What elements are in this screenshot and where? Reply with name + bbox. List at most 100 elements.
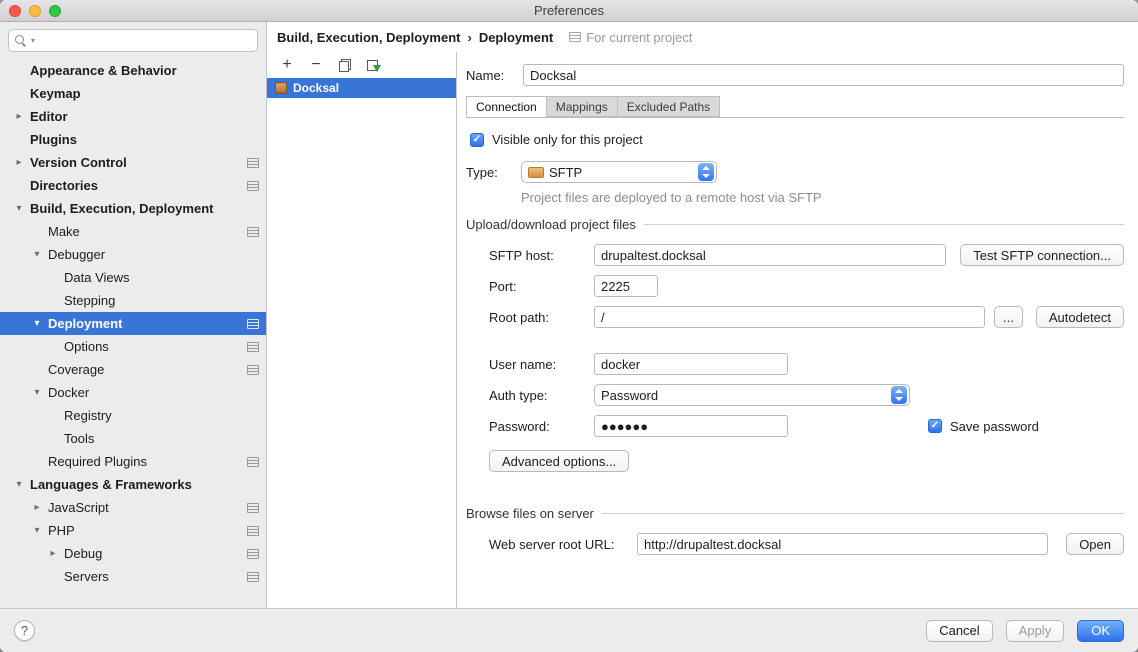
import-server-icon[interactable] bbox=[366, 57, 382, 73]
chevron-down-icon[interactable]: ▾ bbox=[31, 526, 43, 536]
breadcrumb-separator-icon: › bbox=[467, 30, 471, 45]
chevron-right-icon[interactable]: ▸ bbox=[13, 112, 25, 122]
project-settings-icon bbox=[247, 319, 259, 329]
tab-connection[interactable]: Connection bbox=[466, 96, 547, 117]
sidebar-item-php[interactable]: ▾ PHP bbox=[0, 519, 266, 542]
sidebar-item-php-debug[interactable]: ▸ Debug bbox=[0, 542, 266, 565]
sidebar-item-registry[interactable]: Registry bbox=[0, 404, 266, 427]
auth-type-select[interactable]: Password bbox=[594, 384, 910, 406]
server-list: Docksal bbox=[267, 78, 456, 608]
open-button[interactable]: Open bbox=[1066, 533, 1124, 555]
autodetect-button[interactable]: Autodetect bbox=[1036, 306, 1124, 328]
sidebar-item-data-views[interactable]: Data Views bbox=[0, 266, 266, 289]
sidebar-item-build-execution-deployment[interactable]: ▾ Build, Execution, Deployment bbox=[0, 197, 266, 220]
help-button[interactable]: ? bbox=[14, 620, 35, 641]
chevron-right-icon[interactable]: ▸ bbox=[13, 158, 25, 168]
password-input[interactable] bbox=[594, 415, 788, 437]
sidebar-item-stepping[interactable]: Stepping bbox=[0, 289, 266, 312]
copy-icon bbox=[339, 59, 351, 72]
project-settings-icon bbox=[247, 365, 259, 375]
deployment-form: Name: Connection Mappings Excluded Paths… bbox=[457, 52, 1138, 608]
chevron-down-icon[interactable]: ▾ bbox=[13, 204, 25, 214]
user-name-input[interactable] bbox=[594, 353, 788, 375]
project-settings-icon bbox=[247, 227, 259, 237]
settings-tree: Appearance & Behavior Keymap ▸ Editor Pl… bbox=[0, 57, 266, 608]
settings-sidebar: ▾ Appearance & Behavior Keymap ▸ Editor … bbox=[0, 22, 267, 608]
save-password-checkbox[interactable]: ✓ bbox=[928, 419, 942, 433]
sidebar-item-coverage[interactable]: Coverage bbox=[0, 358, 266, 381]
server-icon bbox=[275, 82, 287, 94]
copy-server-icon[interactable] bbox=[337, 57, 353, 73]
port-input[interactable] bbox=[594, 275, 658, 297]
root-path-label: Root path: bbox=[489, 310, 594, 325]
advanced-options-button[interactable]: Advanced options... bbox=[489, 450, 629, 472]
project-settings-icon bbox=[247, 342, 259, 352]
type-value: SFTP bbox=[549, 165, 582, 180]
project-settings-icon bbox=[247, 503, 259, 513]
breadcrumb-section[interactable]: Build, Execution, Deployment bbox=[277, 30, 460, 45]
sidebar-item-editor[interactable]: ▸ Editor bbox=[0, 105, 266, 128]
search-options-caret-icon[interactable]: ▾ bbox=[31, 36, 35, 45]
name-input[interactable] bbox=[523, 64, 1124, 86]
type-select[interactable]: SFTP bbox=[521, 161, 717, 183]
sidebar-item-version-control[interactable]: ▸ Version Control bbox=[0, 151, 266, 174]
visible-only-checkbox[interactable]: ✓ bbox=[470, 133, 484, 147]
root-path-input[interactable] bbox=[594, 306, 985, 328]
type-label: Type: bbox=[466, 165, 521, 180]
close-button[interactable] bbox=[9, 5, 21, 17]
chevron-right-icon[interactable]: ▸ bbox=[31, 503, 43, 513]
minimize-button[interactable] bbox=[29, 5, 41, 17]
chevron-right-icon[interactable]: ▸ bbox=[47, 549, 59, 559]
search-box[interactable]: ▾ bbox=[8, 29, 258, 52]
password-label: Password: bbox=[489, 419, 594, 434]
tab-excluded-paths[interactable]: Excluded Paths bbox=[617, 96, 720, 117]
web-root-label: Web server root URL: bbox=[489, 537, 637, 552]
server-name: Docksal bbox=[293, 81, 339, 95]
cancel-button[interactable]: Cancel bbox=[926, 620, 992, 642]
dialog-footer: ? Cancel Apply OK bbox=[0, 608, 1138, 652]
section-divider bbox=[602, 513, 1124, 514]
sftp-host-input[interactable] bbox=[594, 244, 946, 266]
apply-button[interactable]: Apply bbox=[1006, 620, 1065, 642]
title-bar: Preferences bbox=[0, 0, 1138, 22]
test-sftp-connection-button[interactable]: Test SFTP connection... bbox=[960, 244, 1124, 266]
ok-button[interactable]: OK bbox=[1077, 620, 1124, 642]
sidebar-item-javascript[interactable]: ▸ JavaScript bbox=[0, 496, 266, 519]
chevron-down-icon[interactable]: ▾ bbox=[31, 250, 43, 260]
sidebar-item-deployment[interactable]: ▾ Deployment bbox=[0, 312, 266, 335]
save-password-label: Save password bbox=[950, 419, 1039, 434]
remove-server-icon[interactable]: − bbox=[308, 57, 324, 73]
scope-indicator: For current project bbox=[569, 30, 692, 45]
list-item-docksal[interactable]: Docksal bbox=[267, 78, 456, 98]
search-icon bbox=[15, 35, 27, 47]
sidebar-item-tools[interactable]: Tools bbox=[0, 427, 266, 450]
chevron-down-icon[interactable]: ▾ bbox=[31, 388, 43, 398]
zoom-button[interactable] bbox=[49, 5, 61, 17]
web-root-input[interactable] bbox=[637, 533, 1048, 555]
sidebar-item-directories[interactable]: Directories bbox=[0, 174, 266, 197]
browse-root-path-button[interactable]: ... bbox=[994, 306, 1023, 328]
sidebar-item-keymap[interactable]: Keymap bbox=[0, 82, 266, 105]
breadcrumb: Build, Execution, Deployment › Deploymen… bbox=[267, 22, 1138, 52]
chevron-down-icon[interactable]: ▾ bbox=[31, 319, 43, 329]
project-settings-icon bbox=[247, 457, 259, 467]
sidebar-item-debugger[interactable]: ▾ Debugger bbox=[0, 243, 266, 266]
sidebar-item-options[interactable]: Options bbox=[0, 335, 266, 358]
add-server-icon[interactable]: + bbox=[279, 57, 295, 73]
sidebar-item-languages-frameworks[interactable]: ▾ Languages & Frameworks bbox=[0, 473, 266, 496]
chevron-down-icon[interactable]: ▾ bbox=[13, 480, 25, 490]
preferences-window: Preferences ▾ Appearance & Behavior Keym… bbox=[0, 0, 1138, 652]
sidebar-item-appearance-behavior[interactable]: Appearance & Behavior bbox=[0, 59, 266, 82]
upload-section-header: Upload/download project files bbox=[466, 217, 1124, 232]
sidebar-item-servers[interactable]: Servers bbox=[0, 565, 266, 588]
search-input[interactable] bbox=[39, 34, 251, 48]
sidebar-item-required-plugins[interactable]: Required Plugins bbox=[0, 450, 266, 473]
sidebar-item-plugins[interactable]: Plugins bbox=[0, 128, 266, 151]
help-icon: ? bbox=[21, 623, 28, 638]
combo-stepper-icon bbox=[698, 163, 714, 181]
tab-mappings[interactable]: Mappings bbox=[546, 96, 618, 117]
sidebar-item-docker[interactable]: ▾ Docker bbox=[0, 381, 266, 404]
check-icon: ✓ bbox=[473, 135, 481, 145]
sidebar-item-make[interactable]: Make bbox=[0, 220, 266, 243]
browse-section-header: Browse files on server bbox=[466, 506, 1124, 521]
